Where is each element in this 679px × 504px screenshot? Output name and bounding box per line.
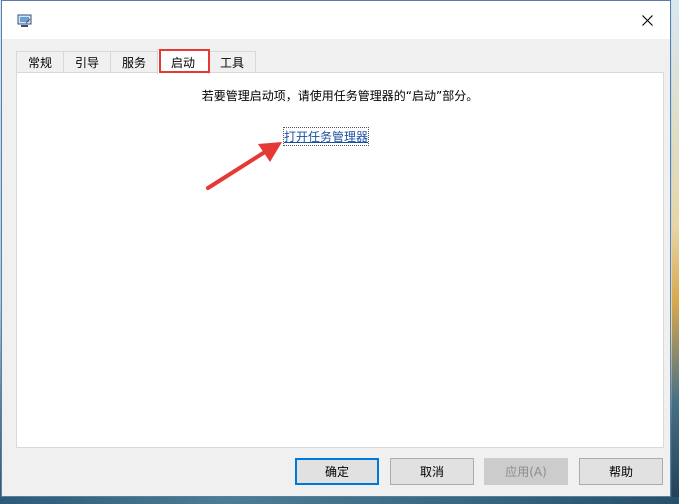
- tab-tools[interactable]: 工具: [208, 51, 256, 72]
- help-button[interactable]: 帮助: [579, 458, 663, 485]
- close-button[interactable]: [625, 1, 670, 39]
- startup-tab-panel: 若要管理启动项，请使用任务管理器的“启动”部分。 打开任务管理器: [16, 72, 664, 448]
- close-icon: [642, 14, 653, 26]
- title-bar[interactable]: [2, 1, 670, 39]
- dialog-client-area: 常规 引导 服务 启动 工具 若要管理启动项，请使用任务管理器的“启动”部分。 …: [2, 39, 670, 496]
- tab-label: 服务: [121, 55, 146, 70]
- button-label: 应用(A): [505, 465, 547, 479]
- button-label: 帮助: [608, 465, 633, 479]
- tab-label: 引导: [74, 55, 99, 70]
- desktop-wallpaper-right: [672, 0, 679, 504]
- tab-label: 常规: [27, 55, 52, 70]
- button-label: 确定: [324, 465, 349, 479]
- apply-button: 应用(A): [484, 458, 568, 485]
- cancel-button[interactable]: 取消: [390, 458, 474, 485]
- system-configuration-dialog: 常规 引导 服务 启动 工具 若要管理启动项，请使用任务管理器的“启动”部分。 …: [1, 0, 671, 497]
- tab-startup[interactable]: 启动: [157, 49, 209, 74]
- tab-boot[interactable]: 引导: [63, 51, 111, 72]
- desktop-wallpaper-bottom: [0, 497, 679, 504]
- msconfig-computer-icon: [17, 14, 32, 27]
- tab-label: 启动: [170, 55, 195, 70]
- red-arrow-annotation: [206, 142, 282, 190]
- tab-general[interactable]: 常规: [16, 51, 64, 72]
- button-label: 取消: [419, 465, 444, 479]
- tab-services[interactable]: 服务: [110, 51, 158, 72]
- tab-strip: 常规 引导 服务 启动 工具: [14, 49, 664, 74]
- ok-button[interactable]: 确定: [295, 458, 379, 485]
- startup-info-text: 若要管理启动项，请使用任务管理器的“启动”部分。: [201, 89, 479, 103]
- tab-label: 工具: [219, 55, 244, 70]
